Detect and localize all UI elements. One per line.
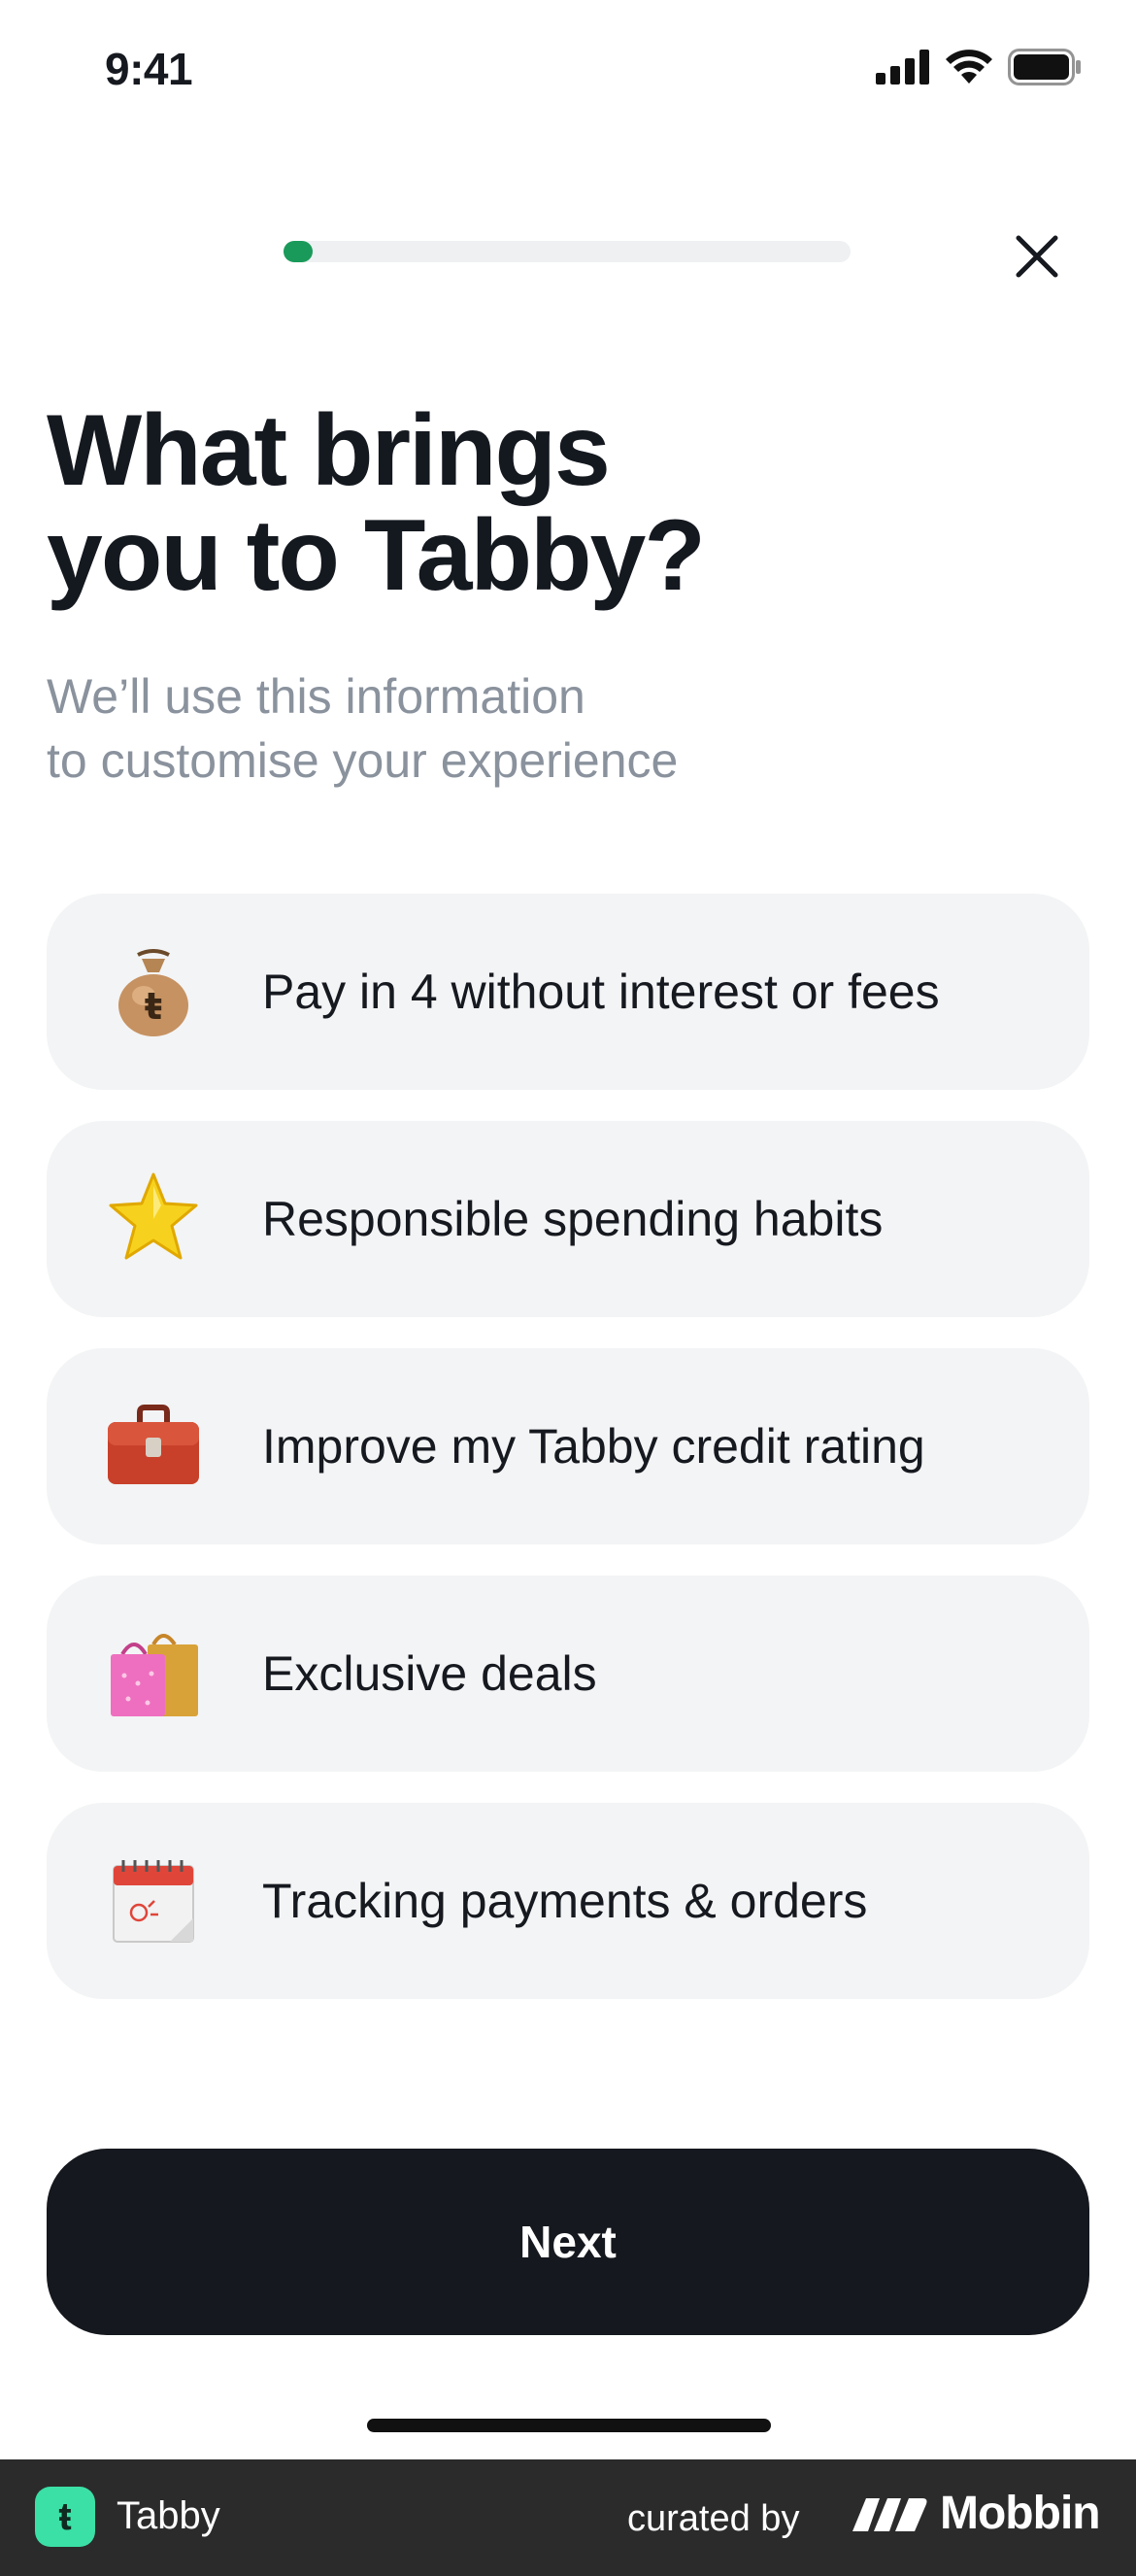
close-button[interactable] xyxy=(1006,225,1068,288)
close-icon xyxy=(1016,235,1058,278)
page-subtitle: We’ll use this information to customise … xyxy=(47,669,679,788)
mobbin-logo-icon xyxy=(852,2497,927,2531)
option-label: Pay in 4 without interest or fees xyxy=(262,965,940,1019)
option-pay-in-4[interactable]: ŧ Pay in 4 without interest or fees xyxy=(47,894,1089,1090)
cellular-signal-icon xyxy=(876,50,929,85)
option-label: Tracking payments & orders xyxy=(262,1874,868,1928)
curated-by-label: curated by xyxy=(627,2498,800,2539)
next-button[interactable]: Next xyxy=(47,2149,1089,2335)
money-bag-icon: ŧ xyxy=(103,941,204,1042)
mobbin-brand: Mobbin xyxy=(851,2487,1101,2540)
svg-text:ŧ: ŧ xyxy=(145,985,162,1028)
battery-icon xyxy=(1008,49,1081,85)
tabby-app-logo: ŧ xyxy=(35,2487,95,2547)
option-label: Responsible spending habits xyxy=(262,1192,884,1246)
wifi-icon xyxy=(946,50,992,84)
shopping-bags-icon xyxy=(103,1623,204,1724)
footer-bar: ŧ Tabby curated by Mobbin xyxy=(0,2459,1136,2576)
option-improve-credit-rating[interactable]: Improve my Tabby credit rating xyxy=(47,1348,1089,1544)
calendar-icon xyxy=(103,1850,204,1951)
app-name: Tabby xyxy=(117,2494,220,2537)
onboarding-progress-bar xyxy=(284,241,851,262)
app-logo-letter: ŧ xyxy=(58,2494,72,2538)
progress-fill xyxy=(284,241,313,262)
briefcase-icon xyxy=(103,1396,204,1497)
status-icons xyxy=(876,49,1082,85)
mobbin-brand-name: Mobbin xyxy=(940,2488,1101,2539)
option-tracking-payments[interactable]: Tracking payments & orders xyxy=(47,1803,1089,1999)
option-exclusive-deals[interactable]: Exclusive deals xyxy=(47,1576,1089,1772)
option-responsible-spending[interactable]: Responsible spending habits xyxy=(47,1121,1089,1317)
home-indicator xyxy=(367,2419,771,2432)
star-icon xyxy=(103,1169,204,1270)
option-label: Improve my Tabby credit rating xyxy=(262,1419,925,1474)
option-label: Exclusive deals xyxy=(262,1646,597,1701)
page-title: What brings you to Tabby? xyxy=(47,394,706,612)
status-time: 9:41 xyxy=(105,44,193,94)
reason-options-list: ŧ Pay in 4 without interest or fees Resp… xyxy=(47,894,1089,1999)
